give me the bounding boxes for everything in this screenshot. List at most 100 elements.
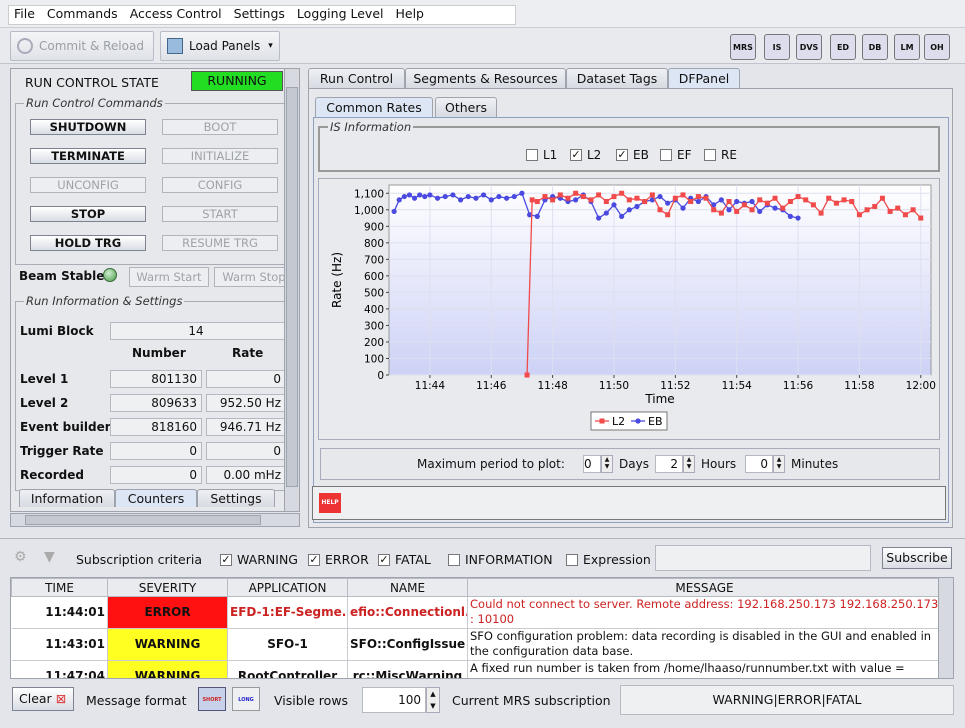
boot-button[interactable]: BOOT xyxy=(162,119,278,135)
point-l2 xyxy=(580,194,586,200)
point-eb xyxy=(680,205,686,211)
sub-checkbox-information[interactable]: INFORMATION xyxy=(448,552,553,567)
tab-information[interactable]: Information xyxy=(19,489,115,507)
sub-checkbox-expression[interactable]: Expression xyxy=(566,552,651,567)
message-table-scrollbar[interactable] xyxy=(938,578,953,678)
visible-rows-input[interactable]: 100 xyxy=(362,687,426,713)
table-row[interactable]: 11:44:01 ERROR EFD-1:EF-Segme... efio::Conn… xyxy=(11,596,942,629)
warm-stop-button[interactable]: Warm Stop xyxy=(214,267,294,287)
help-icon[interactable]: HELP xyxy=(319,493,341,513)
menu-settings[interactable]: Settings xyxy=(228,0,291,28)
terminate-button[interactable]: TERMINATE xyxy=(30,148,146,164)
y-tick-label: 0 xyxy=(377,370,384,382)
ed-icon[interactable]: ED xyxy=(830,34,856,60)
legend-marker-l2 xyxy=(599,418,605,424)
run-info-title: Run Information & Settings xyxy=(24,294,185,308)
point-eb xyxy=(749,198,755,205)
left-vertical-scrollbar[interactable] xyxy=(284,68,300,512)
checkbox-ef[interactable]: EF xyxy=(660,148,691,162)
start-button[interactable]: START xyxy=(162,206,278,222)
x-tick-label: 12:00 xyxy=(906,380,936,392)
sub-checkbox-error[interactable]: ✓ ERROR xyxy=(308,552,369,567)
menu-access-control[interactable]: Access Control xyxy=(124,0,228,28)
sub-checkbox-warning[interactable]: ✓ WARNING xyxy=(220,552,298,567)
number-col-header: Number xyxy=(132,346,186,360)
menu-file[interactable]: File xyxy=(8,0,41,28)
column-header-application[interactable]: APPLICATION xyxy=(227,578,348,597)
table-row[interactable]: 11:43:01 WARNING SFO-1 SFO::ConfigIssue SFO … xyxy=(11,628,942,661)
shutdown-button[interactable]: SHUTDOWN xyxy=(30,119,146,135)
filter-funnel-icon[interactable]: ▼ xyxy=(44,549,55,565)
sub-checkbox-fatal[interactable]: ✓ FATAL xyxy=(378,552,431,567)
checkbox-l1[interactable]: L1 xyxy=(526,148,557,162)
row-time: 11:43:01 xyxy=(11,628,108,661)
tab-counters[interactable]: Counters xyxy=(115,489,197,507)
filter-gear-icon[interactable]: ⚙ xyxy=(14,549,27,565)
column-header-message[interactable]: MESSAGE xyxy=(467,578,942,597)
initialize-button[interactable]: INITIALIZE xyxy=(162,148,278,164)
checkbox-box xyxy=(448,553,460,566)
hours-input[interactable]: 2 xyxy=(655,455,683,473)
column-header-name[interactable]: NAME xyxy=(347,578,468,597)
stop-button[interactable]: STOP xyxy=(30,206,146,222)
menu-help[interactable]: Help xyxy=(389,0,430,28)
point-eb xyxy=(396,197,402,203)
load-panels-button[interactable]: Load Panels ▾ xyxy=(160,31,280,61)
rate-chart: 0 100 200 300 400 500 600 700 800 900 1,000 1,100 11… xyxy=(330,184,936,431)
warm-start-button[interactable]: Warm Start xyxy=(129,267,209,287)
point-eb xyxy=(519,190,525,196)
config-button[interactable]: CONFIG xyxy=(162,177,278,193)
oh-icon[interactable]: OH xyxy=(924,34,950,60)
lm-icon[interactable]: LM xyxy=(894,34,920,60)
unconfig-button[interactable]: UNCONFIG xyxy=(30,177,146,193)
visible-rows-spinner[interactable]: ▲ ▼ xyxy=(426,687,440,713)
tab-segments-resources[interactable]: Segments & Resources xyxy=(405,68,566,88)
info-row-rate: 952.50 Hz xyxy=(206,394,286,412)
subscribe-button[interactable]: Subscribe xyxy=(882,547,952,569)
resume-trg-button[interactable]: RESUME TRG xyxy=(162,235,278,251)
is-icon[interactable]: IS xyxy=(764,34,790,60)
expression-input[interactable] xyxy=(655,545,871,571)
commit-reload-button[interactable]: Commit & Reload xyxy=(10,31,154,61)
days-spinner[interactable]: ▲ ▼ xyxy=(601,455,613,473)
current-mrs-label: Current MRS subscription xyxy=(452,693,611,708)
subtab-others[interactable]: Others xyxy=(435,97,497,117)
short-format-icon[interactable]: SHORT xyxy=(198,687,226,711)
checkbox-l2[interactable]: ✓ L2 xyxy=(570,148,601,162)
dvs-icon[interactable]: DVS xyxy=(796,34,822,60)
hours-spinner[interactable]: ▲ ▼ xyxy=(683,455,695,473)
point-l2 xyxy=(565,195,571,201)
minutes-input[interactable]: 0 xyxy=(745,455,773,473)
long-format-icon[interactable]: LONG xyxy=(232,687,260,711)
point-l2 xyxy=(596,192,602,198)
checkbox-label: L2 xyxy=(587,148,602,162)
clear-button[interactable]: Clear ⊠ xyxy=(12,687,74,711)
tab-dataset-tags[interactable]: Dataset Tags xyxy=(566,68,668,88)
hold-trg-button[interactable]: HOLD TRG xyxy=(30,235,146,251)
subtab-common-rates[interactable]: Common Rates xyxy=(315,97,433,117)
tab-settings[interactable]: Settings xyxy=(197,489,275,507)
table-row[interactable]: 11:47:04 WARNING RootController rc::MiscWar… xyxy=(11,660,942,678)
hours-label: Hours xyxy=(701,457,737,471)
point-eb xyxy=(726,207,732,213)
mrs-icon[interactable]: MRS xyxy=(730,34,756,60)
tab-dfpanel[interactable]: DFPanel xyxy=(668,68,740,88)
checkbox-re[interactable]: RE xyxy=(704,148,737,162)
checkbox-label: EF xyxy=(677,148,692,162)
checkbox-label: FATAL xyxy=(395,552,431,567)
minutes-spinner[interactable]: ▲ ▼ xyxy=(773,455,785,473)
checkbox-eb[interactable]: ✓ EB xyxy=(616,148,649,162)
days-input[interactable]: 0 xyxy=(583,455,601,473)
column-header-severity[interactable]: SEVERITY xyxy=(107,578,228,597)
tab-run-control[interactable]: Run Control xyxy=(308,68,405,88)
info-row-number: 801130 xyxy=(110,370,202,388)
point-eb xyxy=(450,192,456,198)
menu-logging-level[interactable]: Logging Level xyxy=(291,0,390,28)
column-header-time[interactable]: TIME xyxy=(11,578,108,597)
db-icon[interactable]: DB xyxy=(862,34,888,60)
commit-icon xyxy=(17,38,33,54)
run-control-commands-group: Run Control Commands SHUTDOWN BOOT TERMINA… xyxy=(15,96,285,265)
menu-commands[interactable]: Commands xyxy=(41,0,124,28)
left-horizontal-scrollbar[interactable] xyxy=(10,513,300,527)
is-information-title: IS Information xyxy=(328,120,414,134)
